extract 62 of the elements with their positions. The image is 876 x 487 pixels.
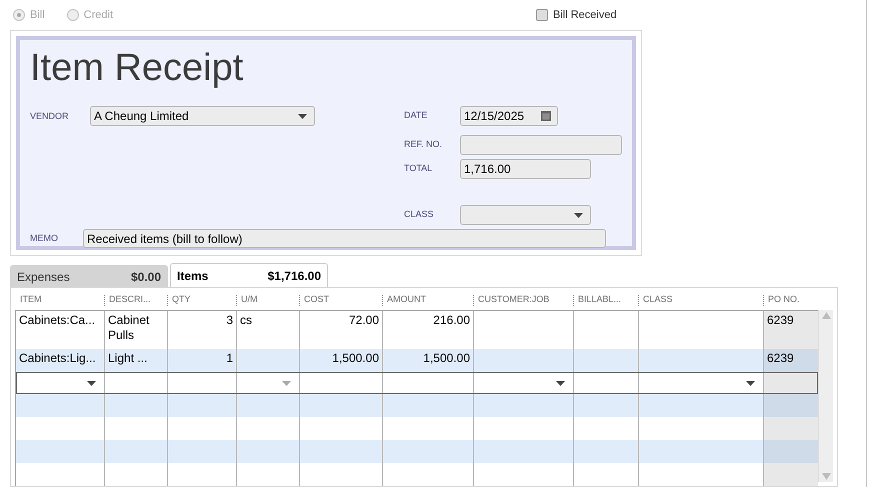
checkbox-label: Bill Received bbox=[553, 8, 617, 23]
radio-label: Credit bbox=[84, 8, 114, 23]
caret-icon bbox=[746, 380, 755, 386]
caret-icon bbox=[298, 114, 307, 118]
caret-icon bbox=[574, 212, 583, 218]
radio-label: Bill bbox=[30, 8, 45, 23]
input-field[interactable] bbox=[460, 135, 622, 155]
field-value: A Cheung Limited bbox=[94, 108, 190, 125]
table-cell: 6239 bbox=[767, 351, 794, 365]
po-cell bbox=[764, 463, 818, 486]
po-cell bbox=[764, 394, 818, 417]
column-header[interactable]: COST bbox=[304, 293, 330, 307]
po-cell bbox=[764, 440, 818, 463]
table-cell: Cabinets:Lig... bbox=[19, 351, 96, 365]
column-header[interactable]: QTY bbox=[172, 293, 191, 307]
column-header[interactable]: ITEM bbox=[20, 293, 42, 307]
table-cell: 6239 bbox=[767, 313, 794, 327]
table-cell: 3 bbox=[226, 313, 233, 327]
field-label: REF. NO. bbox=[404, 138, 444, 152]
input-field[interactable]: 1,716.00 bbox=[460, 159, 591, 179]
caret-icon bbox=[282, 380, 291, 386]
date-field[interactable]: 12/15/2025 bbox=[460, 106, 558, 126]
column-header[interactable]: BILLABL... bbox=[578, 293, 622, 307]
scrollbar[interactable] bbox=[818, 310, 833, 482]
scroll-down-icon[interactable] bbox=[822, 473, 830, 480]
po-cell bbox=[764, 417, 818, 440]
field-value: 12/15/2025 bbox=[464, 108, 526, 125]
tab[interactable]: Expenses $0.00 bbox=[10, 265, 168, 287]
column-header[interactable]: PO NO. bbox=[768, 293, 800, 307]
column-header[interactable]: CUSTOMER:JOB bbox=[478, 293, 550, 307]
column-header[interactable]: AMOUNT bbox=[387, 293, 426, 307]
field-label: MEMO bbox=[30, 232, 59, 245]
table-cell: 1 bbox=[226, 351, 233, 365]
form-title: Item Receipt bbox=[30, 46, 244, 90]
table-row[interactable]: Cabinets:Lig... Light ... 1 1,500.00 1,500.00 6239 bbox=[16, 349, 818, 372]
table-cell: Cabinets:Ca... bbox=[19, 313, 96, 327]
field-label: CLASS bbox=[404, 208, 435, 222]
table-cell: 1,500.00 bbox=[423, 351, 470, 365]
field-value: 1,716.00 bbox=[464, 161, 512, 178]
field-label: DATE bbox=[404, 109, 428, 122]
table-cell: 72.00 bbox=[348, 313, 379, 327]
table-cell: 1,500.00 bbox=[332, 351, 379, 365]
caret-icon bbox=[556, 380, 565, 386]
table-cell: Light ... bbox=[108, 351, 148, 365]
table-cell: 216.00 bbox=[433, 313, 470, 327]
column-header[interactable]: DESCRI... bbox=[109, 293, 151, 307]
memo-field[interactable]: Received items (bill to follow) bbox=[83, 229, 606, 248]
scroll-up-icon[interactable] bbox=[822, 312, 830, 319]
caret-icon bbox=[87, 380, 96, 386]
field-label: VENDOR bbox=[30, 110, 70, 123]
radio-button[interactable] bbox=[66, 9, 79, 21]
checkbox[interactable] bbox=[536, 9, 548, 21]
column-header[interactable]: CLASS bbox=[643, 293, 673, 307]
calendar-icon[interactable] bbox=[541, 111, 551, 121]
table-cell: Cabinet Pulls bbox=[108, 313, 150, 342]
dropdown-field[interactable] bbox=[460, 205, 591, 225]
tab[interactable]: Items $1,716.00 bbox=[170, 263, 328, 287]
column-header[interactable]: U/M bbox=[241, 293, 258, 307]
dropdown-field[interactable]: A Cheung Limited bbox=[90, 106, 315, 126]
radio-button[interactable] bbox=[13, 9, 25, 21]
field-label: TOTAL bbox=[404, 162, 434, 176]
table-cell: cs bbox=[240, 313, 252, 327]
